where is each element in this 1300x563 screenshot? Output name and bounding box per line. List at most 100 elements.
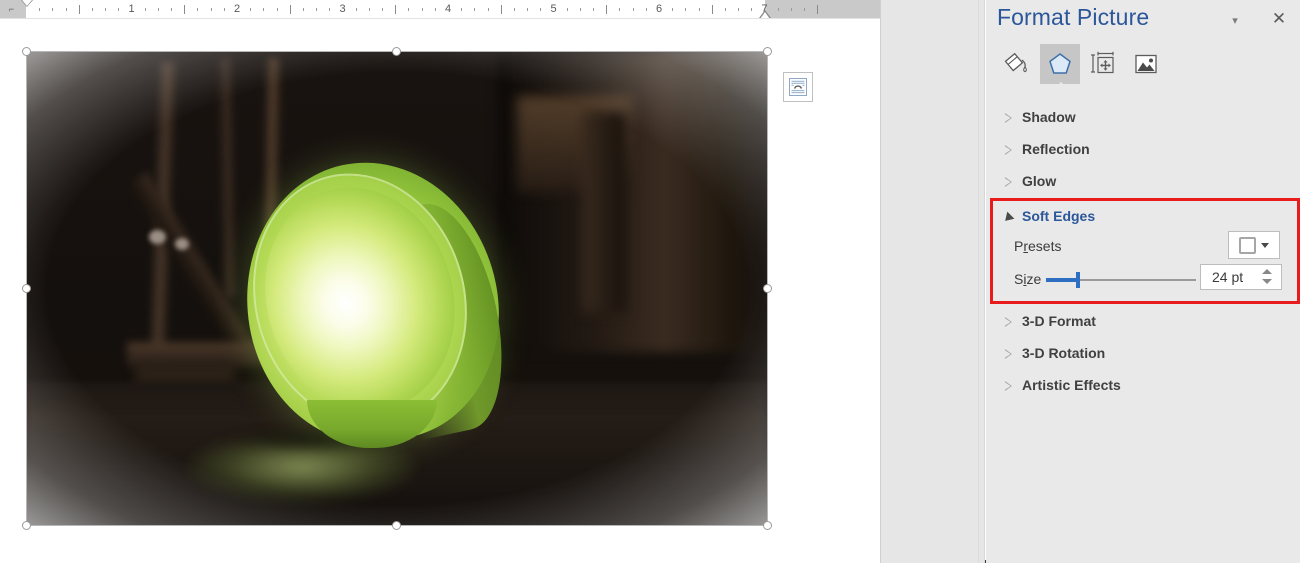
- ruler-minor-tick: [685, 8, 686, 11]
- ruler-minor-tick: [778, 8, 779, 11]
- ruler-minor-tick: [474, 8, 475, 11]
- size-label: Size: [1014, 271, 1041, 287]
- tab-layout-and-properties[interactable]: [1083, 44, 1123, 84]
- chevron-right-icon: [1005, 145, 1012, 155]
- size-value: 24 pt: [1212, 269, 1243, 285]
- ruler-half-tick: [184, 5, 185, 14]
- resize-handle-top-left[interactable]: [22, 47, 31, 56]
- resize-handle-bottom-left[interactable]: [22, 521, 31, 530]
- spinner-up-icon[interactable]: [1262, 269, 1272, 274]
- section-shadow-label: Shadow: [1022, 109, 1076, 125]
- ruler-minor-tick: [488, 8, 489, 11]
- picture-icon: [1133, 51, 1159, 77]
- section-3d-rotation-label: 3-D Rotation: [1022, 345, 1105, 361]
- ruler-minor-tick: [633, 8, 634, 11]
- ruler-minor-tick: [804, 8, 805, 11]
- layout-options-button[interactable]: [783, 72, 813, 102]
- ruler-number: 6: [656, 3, 662, 15]
- chevron-right-icon: [1005, 317, 1012, 327]
- ruler-minor-tick: [356, 8, 357, 11]
- ruler-minor-tick: [224, 8, 225, 11]
- panel-tab-strip: [986, 44, 1300, 86]
- ruler-minor-tick: [699, 8, 700, 11]
- section-glow[interactable]: Glow: [986, 166, 1300, 198]
- ruler-minor-tick: [514, 8, 515, 11]
- chevron-right-icon: [1005, 381, 1012, 391]
- chevron-down-icon[interactable]: ▾: [1226, 12, 1244, 30]
- ruler-minor-tick: [250, 8, 251, 11]
- document-page[interactable]: [0, 19, 880, 563]
- ruler-half-tick: [606, 5, 607, 14]
- ruler-minor-tick: [540, 8, 541, 11]
- resize-handle-bottom-center[interactable]: [392, 521, 401, 530]
- workspace-gutter: [880, 0, 985, 563]
- section-soft-edges[interactable]: Soft Edges: [986, 201, 1300, 233]
- ruler-minor-tick: [593, 8, 594, 11]
- ruler-half-tick: [79, 5, 80, 14]
- tab-stop-selector-icon[interactable]: ⌐: [6, 4, 17, 15]
- ruler-minor-tick: [791, 8, 792, 11]
- chevron-right-icon: [1005, 349, 1012, 359]
- panel-title: Format Picture: [997, 4, 1149, 31]
- ruler-minor-tick: [619, 8, 620, 11]
- resize-handle-bottom-right[interactable]: [763, 521, 772, 530]
- section-artistic-effects[interactable]: Artistic Effects: [986, 370, 1300, 402]
- tab-picture[interactable]: [1126, 44, 1166, 84]
- ruler-number: 1: [128, 3, 134, 15]
- presets-dropdown-button[interactable]: [1228, 231, 1280, 259]
- ruler-minor-tick: [567, 8, 568, 11]
- resize-handle-top-center[interactable]: [392, 47, 401, 56]
- ruler-half-tick: [501, 5, 502, 14]
- ruler-minor-tick: [158, 8, 159, 11]
- ruler-minor-tick: [580, 8, 581, 11]
- size-slider-thumb[interactable]: [1076, 272, 1080, 288]
- section-reflection-label: Reflection: [1022, 141, 1090, 157]
- section-shadow[interactable]: Shadow: [986, 102, 1300, 134]
- ruler-minor-tick: [211, 8, 212, 11]
- size-slider[interactable]: [1046, 278, 1196, 282]
- horizontal-ruler[interactable]: ⌐ 1234567: [0, 0, 880, 19]
- size-slider-fill: [1046, 278, 1078, 282]
- ruler-minor-tick: [461, 8, 462, 11]
- resize-handle-middle-left[interactable]: [22, 284, 31, 293]
- ruler-number: 3: [339, 3, 345, 15]
- resize-handle-top-right[interactable]: [763, 47, 772, 56]
- section-soft-edges-label: Soft Edges: [1022, 208, 1095, 224]
- chevron-down-icon: [1002, 212, 1015, 225]
- ruler-minor-tick: [382, 8, 383, 11]
- soft-edges-presets-row: Presets: [986, 231, 1300, 265]
- panel-header: Format Picture ▾ ✕: [986, 0, 1300, 40]
- section-artistic-effects-label: Artistic Effects: [1022, 377, 1121, 393]
- size-spinbox[interactable]: 24 pt: [1200, 264, 1282, 290]
- ruler-minor-tick: [435, 8, 436, 11]
- selected-tab-caret-icon: [1054, 82, 1068, 89]
- ruler-half-tick: [395, 5, 396, 14]
- pentagon-effects-icon: [1047, 51, 1073, 77]
- ruler-minor-tick: [738, 8, 739, 11]
- tab-effects[interactable]: [1040, 44, 1080, 84]
- resize-handle-middle-right[interactable]: [763, 284, 772, 293]
- ruler-minor-tick: [39, 8, 40, 11]
- section-3d-format[interactable]: 3-D Format: [986, 306, 1300, 338]
- ruler-half-tick: [817, 5, 818, 14]
- ruler-minor-tick: [303, 8, 304, 11]
- ruler-minor-tick: [118, 8, 119, 11]
- first-line-indent-marker-inner: [22, 0, 32, 6]
- spinner-down-icon[interactable]: [1262, 279, 1272, 284]
- ruler-minor-tick: [52, 8, 53, 11]
- ruler-number: 2: [234, 3, 240, 15]
- panel-splitter[interactable]: [978, 0, 979, 563]
- size-properties-icon: [1090, 51, 1116, 77]
- layout-options-icon: [788, 77, 808, 97]
- close-icon[interactable]: ✕: [1268, 8, 1290, 30]
- ruler-minor-tick: [145, 8, 146, 11]
- section-reflection[interactable]: Reflection: [986, 134, 1300, 166]
- picture-selection-frame[interactable]: [26, 51, 768, 526]
- tab-fill-and-line[interactable]: [997, 44, 1037, 84]
- section-3d-rotation[interactable]: 3-D Rotation: [986, 338, 1300, 370]
- ruler-minor-tick: [197, 8, 198, 11]
- section-glow-label: Glow: [1022, 173, 1056, 189]
- ruler-number: 4: [445, 3, 451, 15]
- presets-label: Presets: [1014, 238, 1061, 254]
- ruler-minor-tick: [263, 8, 264, 11]
